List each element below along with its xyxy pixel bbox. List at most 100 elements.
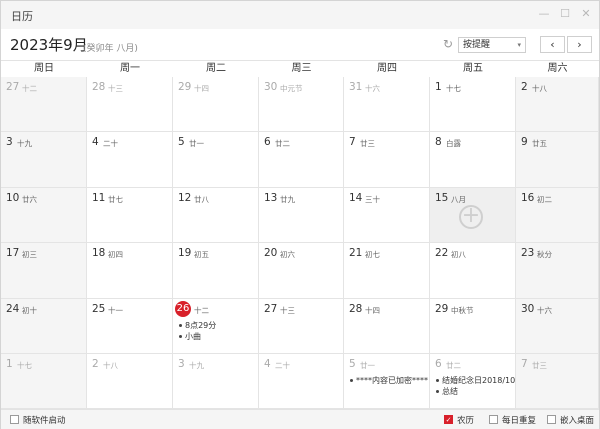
day-cell[interactable]: 9 廿五 (516, 132, 599, 188)
day-number: 29 (178, 81, 192, 93)
refresh-icon[interactable]: ↻ (443, 37, 453, 51)
chevron-down-icon: ▾ (517, 41, 521, 49)
day-cell[interactable]: 14 三十 (344, 188, 430, 243)
lunar-date: 初八 (451, 250, 466, 259)
day-cell[interactable]: 7 廿三 (516, 354, 599, 409)
day-cell[interactable]: 8 白露 (430, 132, 516, 188)
day-number: 4 (264, 358, 271, 370)
daily-repeat-label: 每日重复 (502, 416, 537, 426)
today-date-badge: 26 (175, 301, 191, 317)
day-cell[interactable]: 29 十四 (173, 77, 259, 132)
day-number: 7 (521, 358, 528, 370)
day-cell[interactable]: 12 廿八 (173, 188, 259, 243)
event-text: 8点29分 (185, 321, 217, 330)
day-cell[interactable]: 21 初七 (344, 243, 430, 299)
day-number: 18 (92, 247, 106, 259)
day-cell[interactable]: 4 二十 (259, 354, 344, 409)
add-event-icon[interactable]: + (459, 205, 483, 229)
day-cell[interactable]: 13 廿九 (259, 188, 344, 243)
day-cell[interactable]: 2 十八 (516, 77, 599, 132)
day-cell[interactable]: 30 中元节 (259, 77, 344, 132)
day-cell[interactable]: 16 初二 (516, 188, 599, 243)
lunar-date: 初七 (365, 250, 380, 259)
autostart-label: 随软件启动 (23, 416, 66, 426)
minimize-icon[interactable]: — (536, 6, 552, 22)
event-text: 总结 (442, 387, 458, 396)
day-number: 8 (435, 136, 442, 148)
weekday-header: 周日 周一 周二 周三 周四 周五 周六 (1, 60, 599, 77)
reminder-filter-select[interactable]: 按提醒 ▾ (458, 37, 526, 53)
lunar-date: 中秋节 (451, 306, 474, 315)
day-cell[interactable]: 31 十六 (344, 77, 430, 132)
day-cell[interactable]: 3 十九 (1, 132, 87, 188)
day-cell[interactable]: 29 中秋节 (430, 299, 516, 354)
calendar-grid: 27 十二 28 十三 29 十四 30 中元节 31 十六 1 十七 2 十八 3 十九 4 二十 5 廿一 6 廿二 7… (1, 77, 599, 409)
lunar-date: 廿二 (446, 361, 461, 370)
day-cell[interactable]: 5 廿一 ****内容已加密**** (344, 354, 430, 409)
app-title: 日历 (11, 10, 33, 23)
lunar-date: 十六 (537, 306, 552, 315)
lunar-date: 白露 (446, 139, 461, 148)
bullet-icon (179, 335, 182, 338)
lunar-date: 十四 (365, 306, 380, 315)
lunar-checkbox[interactable]: ✓ (444, 415, 453, 424)
event-item[interactable]: 小曲 (179, 331, 201, 342)
event-item[interactable]: ****内容已加密**** (350, 375, 428, 386)
maximize-icon[interactable]: ☐ (557, 6, 573, 22)
day-cell[interactable]: 3 十九 (173, 354, 259, 409)
day-number: 30 (521, 303, 535, 315)
day-cell[interactable]: 27 十三 (259, 299, 344, 354)
day-cell[interactable]: 4 二十 (87, 132, 173, 188)
day-number: 3 (178, 358, 185, 370)
lunar-date: 初五 (194, 250, 209, 259)
day-cell[interactable]: 6 廿二 (259, 132, 344, 188)
day-cell[interactable]: 1 十七 (430, 77, 516, 132)
day-number: 30 (264, 81, 278, 93)
day-cell[interactable]: 27 十二 (1, 77, 87, 132)
lunar-date: 廿八 (194, 195, 209, 204)
day-cell[interactable]: 5 廿一 (173, 132, 259, 188)
daily-repeat-checkbox[interactable] (489, 415, 498, 424)
day-cell[interactable]: 28 十三 (87, 77, 173, 132)
day-cell[interactable]: 23 秋分 (516, 243, 599, 299)
day-cell[interactable]: 30 十六 (516, 299, 599, 354)
weekday-label: 周四 (377, 63, 397, 74)
event-item[interactable]: 8点29分 (179, 320, 216, 331)
lunar-date: 廿三 (360, 139, 375, 148)
day-cell[interactable]: 26 十二 8点29分 小曲 (173, 299, 259, 354)
day-cell[interactable]: 28 十四 (344, 299, 430, 354)
lunar-date: 三十 (365, 195, 380, 204)
day-cell[interactable]: 22 初八 (430, 243, 516, 299)
day-cell[interactable]: 19 初五 (173, 243, 259, 299)
bullet-icon (350, 379, 353, 382)
day-cell[interactable]: 6 廿二 结婚纪念日2018/10/7 总结 (430, 354, 516, 409)
lunar-date: 廿五 (532, 139, 547, 148)
day-cell[interactable]: 25 十一 (87, 299, 173, 354)
day-cell[interactable]: 10 廿六 (1, 188, 87, 243)
day-number: 5 (349, 358, 356, 370)
weekday-label: 周五 (463, 63, 483, 74)
day-cell[interactable]: 15 八月 + (430, 188, 516, 243)
weekday-label: 周六 (547, 63, 568, 74)
prev-month-button[interactable]: ‹ (540, 36, 565, 53)
event-item[interactable]: 总结 (436, 386, 458, 397)
day-number: 17 (6, 247, 20, 259)
day-cell[interactable]: 24 初十 (1, 299, 87, 354)
bullet-icon (436, 379, 439, 382)
calendar-header: 2023年9月 (癸卯年 八月) ↻ 按提醒 ▾ ‹ › (1, 29, 599, 61)
day-cell[interactable]: 20 初六 (259, 243, 344, 299)
day-cell[interactable]: 11 廿七 (87, 188, 173, 243)
title-bar: 日历 — ☐ ✕ (1, 1, 599, 29)
day-cell[interactable]: 2 十八 (87, 354, 173, 409)
day-number: 4 (92, 136, 99, 148)
day-cell[interactable]: 17 初三 (1, 243, 87, 299)
event-item[interactable]: 结婚纪念日2018/10/7 (436, 375, 515, 386)
close-icon[interactable]: ✕ (578, 6, 594, 22)
day-number: 20 (264, 247, 278, 259)
next-month-button[interactable]: › (567, 36, 592, 53)
day-cell[interactable]: 7 廿三 (344, 132, 430, 188)
day-cell[interactable]: 1 十七 (1, 354, 87, 409)
embed-desktop-checkbox[interactable] (547, 415, 556, 424)
day-cell[interactable]: 18 初四 (87, 243, 173, 299)
autostart-checkbox[interactable] (10, 415, 19, 424)
